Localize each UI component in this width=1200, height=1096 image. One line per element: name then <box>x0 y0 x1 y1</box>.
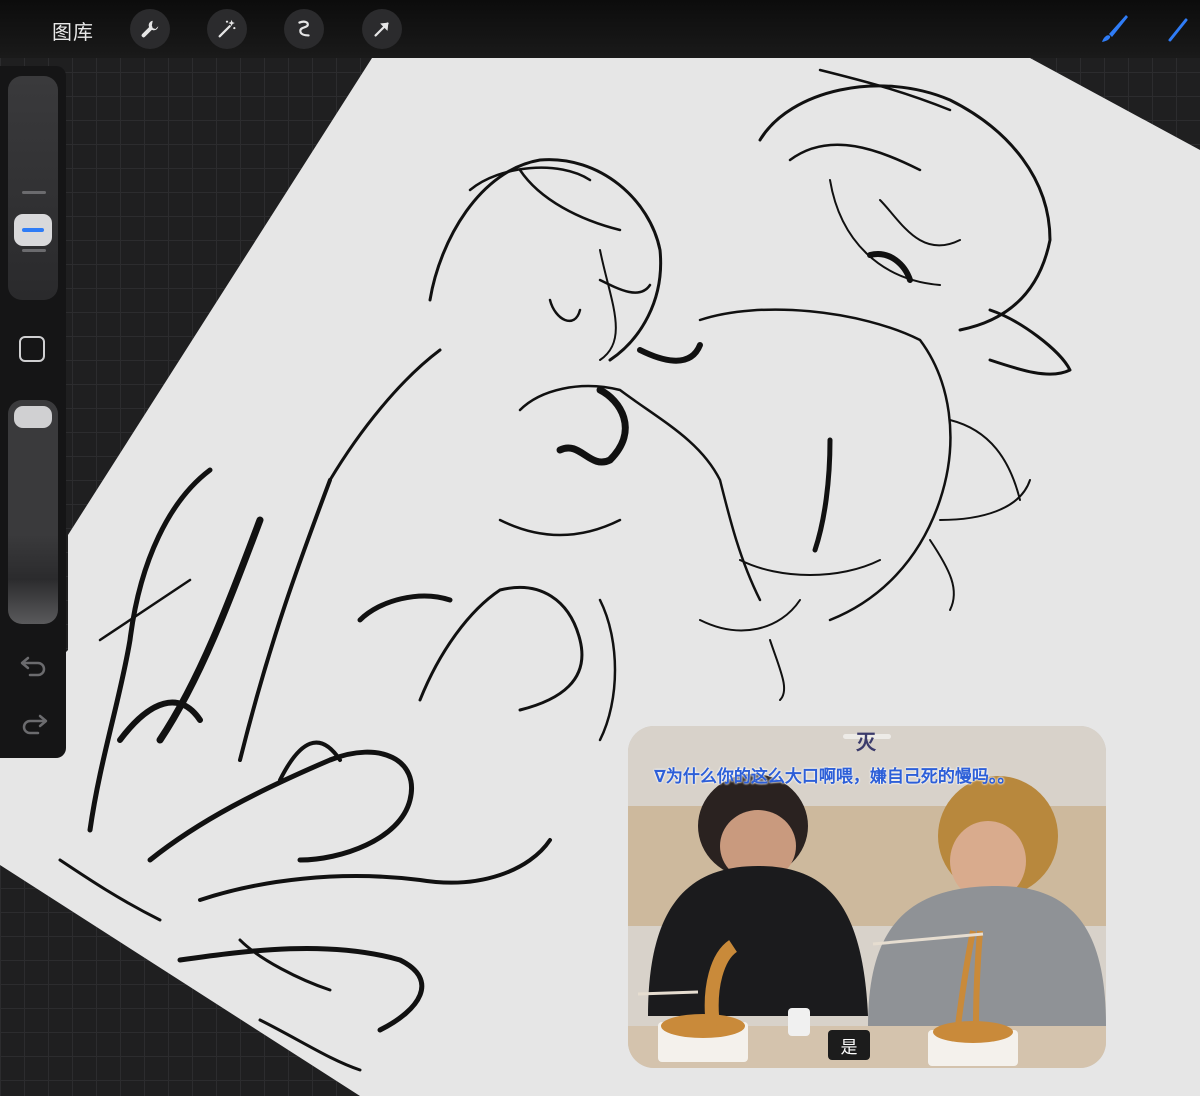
undo-icon[interactable] <box>18 652 50 680</box>
more-icon[interactable] <box>1160 10 1196 46</box>
redo-icon[interactable] <box>18 710 50 738</box>
brush-size-thumb[interactable] <box>14 214 52 246</box>
top-toolbar: 图库 <box>0 0 1200 58</box>
opacity-thumb[interactable] <box>14 406 52 428</box>
actions-button[interactable] <box>130 9 170 49</box>
magic-wand-icon <box>218 19 236 38</box>
square-icon[interactable] <box>19 336 45 362</box>
adjustments-button[interactable] <box>207 9 247 49</box>
selection-icon <box>298 20 310 37</box>
opacity-slider[interactable] <box>8 400 58 624</box>
selection-button[interactable] <box>284 9 324 49</box>
slider-tick <box>22 191 46 194</box>
pip-subtitle: ∇为什么你的这么大口啊喂，嫌自己死的慢吗。。 <box>654 767 1015 787</box>
wrench-icon <box>141 20 159 38</box>
gallery-button[interactable]: 图库 <box>52 16 94 45</box>
arrow-icon <box>374 22 389 37</box>
brush-icon[interactable] <box>1096 10 1132 46</box>
transform-button[interactable] <box>362 9 402 49</box>
pip-caption-chip: 是 <box>828 1030 870 1060</box>
picture-in-picture-video[interactable]: 灭 ∇为什么你的这么大口啊喂，嫌自己死的慢吗。。 是 <box>628 726 1106 1068</box>
slider-tick <box>22 249 46 252</box>
brush-size-slider[interactable] <box>8 76 58 300</box>
left-sidebar <box>0 66 66 758</box>
pip-top-caption: 灭 <box>856 730 876 754</box>
